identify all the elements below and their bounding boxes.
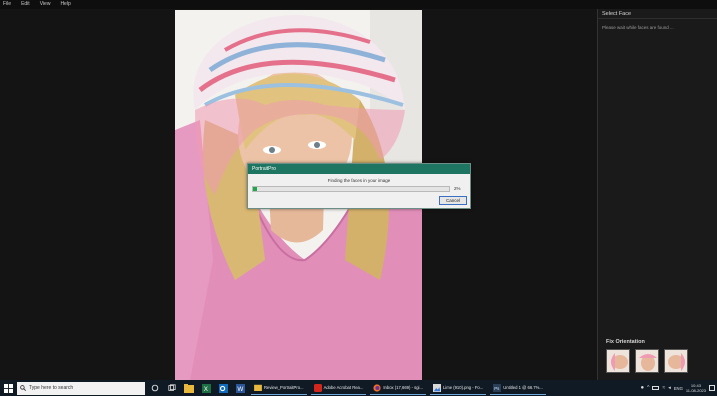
cortana-icon[interactable]	[148, 381, 162, 395]
word-icon[interactable]: W	[233, 381, 247, 395]
dialog-title: PortraitPro	[248, 164, 470, 174]
taskbar-app-photos[interactable]: Lime (910).png - Fo...	[429, 381, 487, 395]
wifi-icon[interactable]: ≈	[662, 385, 665, 391]
photos-icon	[432, 383, 441, 392]
folder-icon	[254, 384, 262, 391]
search-placeholder: Type here to search	[29, 385, 74, 391]
menu-help[interactable]: Help	[60, 0, 70, 9]
taskbar-app-label: Inbox (17,669) - sgi...	[383, 385, 423, 390]
svg-text:Ps: Ps	[494, 386, 500, 391]
select-face-panel: Select Face Please wait while faces are …	[597, 9, 717, 380]
progress-bar	[252, 186, 450, 192]
taskbar-clock[interactable]: 10:43 11-08-2023	[686, 383, 706, 393]
menu-bar: File Edit View Help	[0, 0, 717, 9]
acrobat-icon	[313, 383, 322, 392]
battery-icon[interactable]	[652, 386, 660, 390]
progress-percent: 2%	[454, 186, 461, 191]
volume-icon[interactable]: ◂	[668, 385, 671, 391]
outlook-icon[interactable]	[216, 381, 230, 395]
taskbar-app-label: Review_PortraitPro...	[264, 385, 304, 390]
people-icon[interactable]: ●	[641, 385, 645, 391]
dialog-message: Finding the faces in your image	[327, 178, 391, 183]
taskbar-search-box[interactable]: Type here to search	[17, 381, 145, 395]
taskbar: Type here to search X W Review_PortraitP…	[0, 380, 717, 396]
show-hidden-icons-icon[interactable]: ^	[647, 385, 649, 391]
svg-text:W: W	[237, 386, 243, 393]
excel-icon[interactable]: X	[199, 381, 213, 395]
editor-icon: Ps	[493, 383, 502, 392]
file-explorer-icon[interactable]	[182, 381, 196, 395]
progress-dialog: PortraitPro Finding the faces in your im…	[247, 163, 471, 209]
firefox-icon	[373, 383, 381, 392]
menu-edit[interactable]: Edit	[21, 0, 30, 9]
rotate-left-thumbnail[interactable]	[606, 349, 630, 373]
clock-date: 11-08-2023	[685, 388, 706, 393]
system-tray: ● ^ ≈ ◂ ENG 10:43 11-08-2023	[641, 380, 715, 396]
input-language[interactable]: ENG	[674, 386, 683, 391]
task-view-icon[interactable]	[165, 381, 179, 395]
taskbar-app-label: Adobe Acrobat Rea...	[323, 385, 364, 390]
panel-title: Select Face	[598, 9, 717, 19]
progress-bar-fill	[253, 187, 257, 191]
panel-status-message: Please wait while faces are found ...	[602, 25, 674, 30]
taskbar-app-folder[interactable]: Review_PortraitPro...	[251, 381, 307, 395]
windows-icon	[3, 383, 13, 393]
notifications-icon[interactable]	[709, 385, 715, 391]
menu-file[interactable]: File	[3, 0, 11, 9]
cancel-button[interactable]: Cancel	[439, 196, 467, 205]
taskbar-app-editor[interactable]: Ps Untitled 1 @ 66.7%...	[490, 381, 546, 395]
orientation-thumbnails	[606, 349, 688, 373]
upright-thumbnail[interactable]	[635, 349, 659, 373]
rotate-right-thumbnail[interactable]	[664, 349, 688, 373]
taskbar-app-label: Lime (910).png - Fo...	[442, 385, 484, 390]
taskbar-app-firefox[interactable]: Inbox (17,669) - sgi...	[370, 381, 426, 395]
fix-orientation-title: Fix Orientation	[606, 339, 645, 345]
taskbar-app-acrobat[interactable]: Adobe Acrobat Rea...	[310, 381, 367, 395]
taskbar-app-label: Untitled 1 @ 66.7%...	[503, 385, 543, 390]
search-icon	[20, 385, 26, 391]
menu-view[interactable]: View	[40, 0, 51, 9]
start-button[interactable]	[0, 380, 16, 396]
